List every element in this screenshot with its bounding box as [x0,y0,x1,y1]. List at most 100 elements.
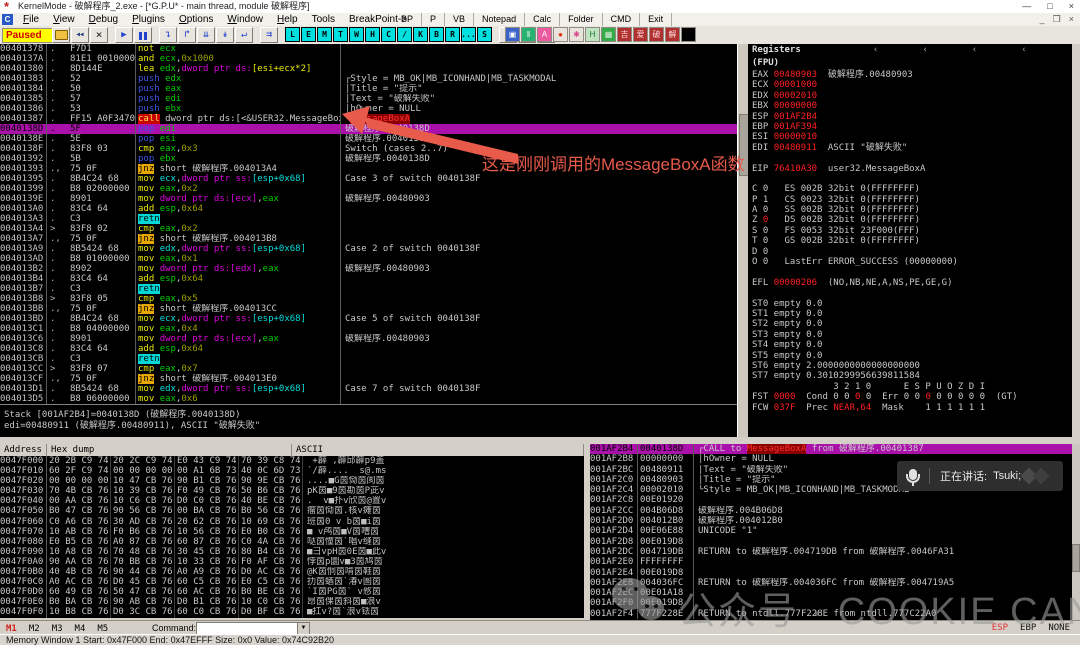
stack-row[interactable]: 001AF2E0 FFFFFFFF [590,557,1072,568]
dump-row[interactable]: 0047F0E0 B0 BA CB 76 90 AB CB 76 D0 B1 CB 7… [0,597,584,608]
dump-row[interactable]: 0047F040 00 AA CB 76 10 C6 CB 76 D0 C0 CB 7… [0,496,584,507]
disasm-row[interactable]: 004013C1. B8 04000000 mov eax,0x4 [0,324,737,334]
disasm-row[interactable]: 004013CC >83F8 07 cmp eax,0x7 [0,364,737,374]
dump-row[interactable]: 0047F020 00 00 00 00 10 47 CB 76 90 B1 CB 7… [0,476,584,487]
disasm-row[interactable]: 0040138D. 5F pop edi 破解程序.0040138D [0,124,737,134]
toolbar-letter-x[interactable]: / [397,27,412,42]
register-line[interactable]: FST 0000 Cond 0 0 0 0 Err 0 0 0 0 0 0 0 … [752,392,1076,402]
disasm-row[interactable]: 0040137A. 81E1 0010000 and ecx,0x1000 [0,54,737,64]
stack-scrollbar[interactable] [1072,444,1080,620]
dump-row[interactable]: 0047F060 C0 A6 CB 76 30 AD CB 76 20 62 CB 7… [0,516,584,527]
disasm-row[interactable]: 004013A4 >83F8 02 cmp eax,0x2 [0,224,737,234]
disasm-row[interactable]: 0040138E. 5E pop esi 破解程序.0040138D [0,134,737,144]
register-line[interactable]: FCW 037F Prec NEAR,64 Mask 1 1 1 1 1 1 [752,403,1076,413]
disasm-row[interactable]: 004013D5. B8 06000000 mov eax,0x6 [0,394,737,404]
stack-row[interactable]: 001AF2E4 00E019D8 [590,567,1072,578]
plugin-black-icon[interactable] [681,27,696,42]
stack-row[interactable]: 001AF2F4 777F228E RETURN to ntdll.777F228E… [590,608,1072,620]
stack-row[interactable]: 001AF2E8 004036FC RETURN to 破解程序.004036FC … [590,577,1072,589]
animate-into-icon[interactable]: ⇊ [197,26,215,43]
toolbar-letter-w[interactable]: W [349,27,364,42]
quick-button-bp[interactable]: BP [393,13,423,26]
register-line[interactable]: ESI 00000010 [752,132,1076,142]
register-line[interactable]: EBX 00000000 [752,101,1076,111]
chevron-down-icon[interactable]: ▼ [297,623,309,634]
step-over-icon[interactable]: ↱ [178,26,196,43]
run-icon[interactable]: ▶ [115,26,133,43]
disasm-row[interactable]: 00401384. 50 push eax │Title = "提示" [0,84,737,94]
plugin-ai-icon[interactable]: 爱 [633,27,648,42]
disasm-row[interactable]: 004013BB., 75 0F jnz short 破解程序.004013CC [0,304,737,314]
dump-row[interactable]: 0047F0B0 40 4B CB 76 90 44 CB 76 A0 A9 CB 7… [0,567,584,578]
plugin-h-icon[interactable]: H [585,27,600,42]
disasm-row[interactable]: 004013B2. 8902 mov dword ptr ds:[edx],eax 破… [0,264,737,274]
toolbar-letter-r[interactable]: R [445,27,460,42]
toolbar-letter-k[interactable]: K [413,27,428,42]
register-line[interactable]: ST4 empty 0.0 [752,340,1076,350]
close-icon[interactable]: × [1069,0,1074,13]
register-line[interactable]: ST5 empty 0.0 [752,351,1076,361]
menu-item-options[interactable]: Options [172,13,220,26]
register-line[interactable]: ST6 empty 2.0000000000000000000 [752,361,1076,371]
dump-row[interactable]: 0047F010 60 2F C9 74 00 00 00 00 00 A1 6B 7… [0,466,584,477]
register-line[interactable]: T 0 GS 002B 32bit 0(FFFFFFFF) [752,236,1076,246]
execute-till-return-icon[interactable]: ↵ [235,26,253,43]
registers-scroll-strip[interactable] [1072,44,1080,437]
open-file-icon[interactable] [52,26,70,43]
disasm-row[interactable]: 00401378. F7D1 not ecx [0,44,737,54]
dump-row[interactable]: 0047F050 B0 47 CB 76 90 56 CB 76 00 BA CB 7… [0,506,584,517]
restart-icon[interactable]: ◀◀ [71,26,89,43]
memory-dump-pane[interactable]: Address Hex dump ASCII 0047F000 20 2B C9 … [0,444,584,618]
register-line[interactable]: EIP 76410A30 user32.MessageBoxA [752,164,1076,174]
registers-pane[interactable]: Registers (FPU) ‹‹‹‹‹ EAX 00480903 破解程序.… [748,44,1076,437]
disasm-row[interactable]: 00401399. B8 02000000 mov eax,0x2 [0,184,737,194]
jump-label-none[interactable]: NONE [1048,621,1070,635]
register-line[interactable]: C 0 ES 002B 32bit 0(FFFFFFFF) [752,184,1076,194]
disasm-row[interactable]: 004013C8. 83C4 64 add esp,0x64 [0,344,737,354]
stack-row[interactable]: 001AF2D8 00E019D8 [590,536,1072,547]
dump-row[interactable]: 0047F0F0 10 B8 CB 76 D0 3C CB 76 60 C0 CB 7… [0,607,584,618]
plugin-flower-icon[interactable]: ✱ [569,27,584,42]
stack-row[interactable]: 001AF2B4 0040138D ┌CALL to MessageBoxA fro… [590,444,1072,455]
jump-label-ebp[interactable]: EBP [1020,621,1036,635]
quick-button-folder[interactable]: Folder [560,13,603,26]
disasm-row[interactable]: 004013CF., 75 0F jnz short 破解程序.004013E0 [0,374,737,384]
disasm-row[interactable]: 004013B8 >83F8 05 cmp eax,0x5 [0,294,737,304]
unfold-icon[interactable]: ‹ [922,45,927,55]
disasm-row[interactable]: 00401395. 8B4C24 68 mov ecx,dword ptr ss:[… [0,174,737,184]
disasm-row[interactable]: 00401392. 5B pop ebx 破解程序.0040138D [0,154,737,164]
register-line[interactable]: 3 2 1 0 E S P U O Z D I [752,382,1076,392]
menu-item-tools[interactable]: Tools [305,13,342,26]
register-line[interactable]: P 1 CS 0023 32bit 0(FFFFFFFF) [752,195,1076,205]
disasm-row[interactable]: 00401387. FF15 A0F3470 call dword ptr ds:[… [0,114,737,124]
dump-row[interactable]: 0047F080 E0 B5 CB 76 A0 87 CB 76 60 87 CB 7… [0,536,584,547]
disasm-row[interactable]: 004013A0. 83C4 64 add esp,0x64 [0,204,737,214]
register-line[interactable] [752,174,1076,184]
disasm-row[interactable]: 004013A7., 75 0F jnz short 破解程序.004013B8 [0,234,737,244]
register-line[interactable]: O 0 LastErr ERROR_SUCCESS (00000000) [752,257,1076,267]
dump-row[interactable]: 0047F0D0 60 49 CB 76 50 47 CB 76 60 AC CB 7… [0,587,584,598]
step-into-icon[interactable]: ↴ [159,26,177,43]
dump-row[interactable]: 0047F090 10 A8 CB 76 70 48 CB 76 30 45 CB 7… [0,546,584,557]
pause-icon[interactable] [134,26,152,43]
disasm-row[interactable]: 00401380. 8D144E lea edx,dword ptr ds:[esi… [0,64,737,74]
toolbar-letter-c[interactable]: C [381,27,396,42]
plugin-screen-icon[interactable]: ▦ [601,27,616,42]
plugin-record-icon[interactable]: ● [553,27,568,42]
register-line[interactable]: ST2 empty 0.0 [752,319,1076,329]
goto-icon[interactable]: ⇉ [260,26,278,43]
disasm-row[interactable]: 004013CB. C3 retn [0,354,737,364]
toolbar-letter-m[interactable]: M [317,27,332,42]
quick-button-vb[interactable]: VB [445,13,475,26]
dump-row[interactable]: 0047F0C0 A0 AC CB 76 D0 45 CB 76 60 C5 CB 7… [0,577,584,588]
register-line[interactable]: S 0 FS 0053 32bit 23F000(FFF) [752,226,1076,236]
toolbar-letter-s[interactable]: S [477,27,492,42]
close-process-icon[interactable]: × [90,26,108,43]
disasm-row[interactable]: 004013D1. 8B5424 68 mov edx,dword ptr ss:[… [0,384,737,394]
stack-row[interactable]: 001AF2D0 004012B0 破解程序.004012B0 [590,516,1072,527]
disasm-row[interactable]: 004013A9. 8B5424 68 mov edx,dword ptr ss:[… [0,244,737,254]
dump-row[interactable]: 0047F000 20 2B C9 74 20 2C C9 74 E0 43 C9 7… [0,456,584,467]
disasm-row[interactable]: 00401386. 53 push ebx │hOwner = NULL [0,104,737,114]
quick-button-cmd[interactable]: CMD [603,13,641,26]
register-line[interactable] [752,153,1076,163]
